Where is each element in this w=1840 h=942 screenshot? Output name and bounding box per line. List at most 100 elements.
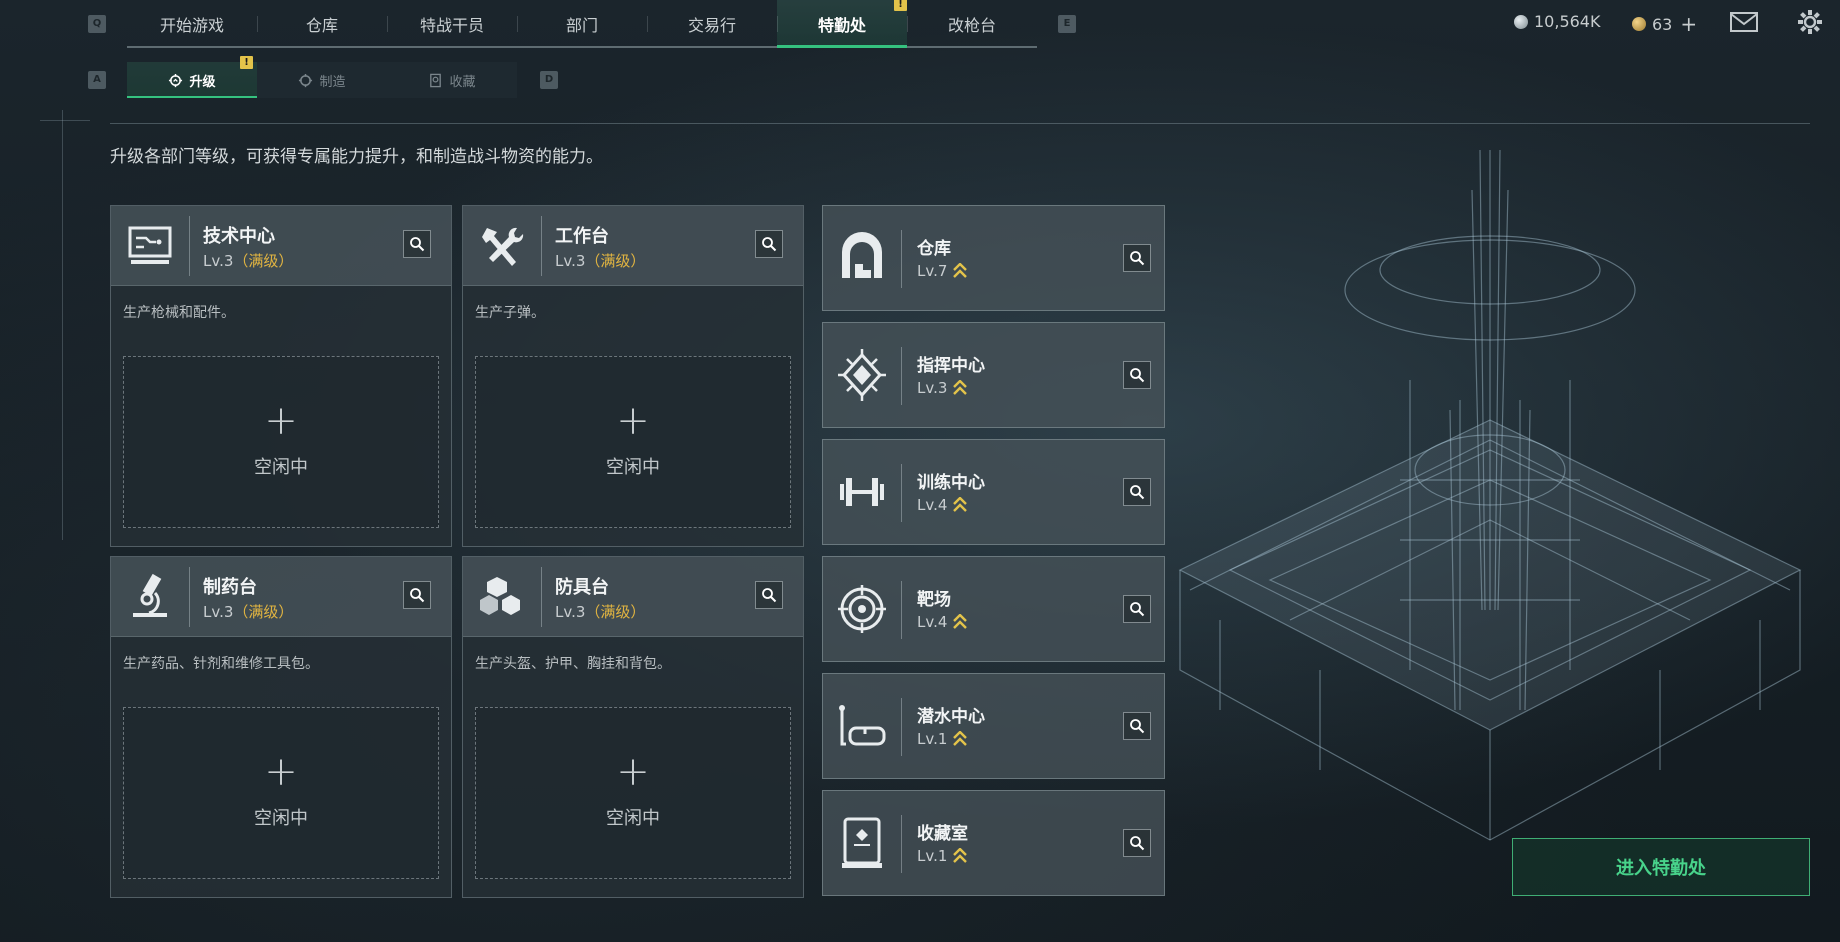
production-slot-idle[interactable]: + 空闲中 bbox=[475, 356, 791, 528]
tab-special-ops[interactable]: 特勤处 ! bbox=[777, 0, 907, 48]
card-title: 制药台 bbox=[203, 577, 257, 598]
inspect-button[interactable] bbox=[1123, 829, 1151, 857]
production-slot-idle[interactable]: + 空闲中 bbox=[475, 707, 791, 879]
card-divider bbox=[901, 815, 902, 873]
subtab-collection[interactable]: 收藏 bbox=[387, 62, 517, 98]
search-icon bbox=[1130, 719, 1145, 734]
tab-departments[interactable]: 部门 bbox=[517, 0, 647, 48]
subtab-upgrade[interactable]: 升级 ! bbox=[127, 56, 257, 98]
card-title: 仓库 bbox=[917, 239, 951, 259]
production-slot-idle[interactable]: + 空闲中 bbox=[123, 356, 439, 528]
facility-card-shooting-range[interactable]: 靶场 Lv.4 bbox=[822, 556, 1165, 662]
search-icon bbox=[1130, 602, 1145, 617]
card-description: 生产枪械和配件。 bbox=[123, 305, 235, 321]
card-divider bbox=[541, 216, 542, 276]
idle-status: 空闲中 bbox=[254, 457, 308, 478]
cubes-icon bbox=[480, 577, 520, 615]
inspect-button[interactable] bbox=[1123, 478, 1151, 506]
card-title: 训练中心 bbox=[917, 473, 985, 493]
hammer-wrench-icon bbox=[482, 227, 524, 266]
inspect-button[interactable] bbox=[755, 230, 783, 258]
card-header: 制药台 Lv.3（满级） bbox=[111, 557, 451, 637]
command-icon bbox=[838, 349, 886, 401]
upgrade-arrow-icon bbox=[953, 263, 968, 278]
card-level: Lv.3（满级） bbox=[203, 603, 294, 621]
production-slot-idle[interactable]: + 空闲中 bbox=[123, 707, 439, 879]
card-level: Lv.3（满级） bbox=[203, 252, 294, 270]
inspect-button[interactable] bbox=[755, 581, 783, 609]
mail-icon[interactable] bbox=[1730, 10, 1758, 34]
subnav-next-key[interactable]: D bbox=[540, 71, 558, 89]
search-icon bbox=[1130, 485, 1145, 500]
card-header: 技术中心 Lv.3（满级） bbox=[111, 206, 451, 286]
card-divider bbox=[901, 698, 902, 756]
card-level: Lv.3（满级） bbox=[555, 603, 646, 621]
facility-card-collection-room[interactable]: 收藏室 Lv.1 bbox=[822, 790, 1165, 896]
tab-trading[interactable]: 交易行 bbox=[647, 0, 777, 48]
production-card-tech-center[interactable]: 技术中心 Lv.3（满级） 生产枪械和配件。 + 空闲中 bbox=[110, 205, 452, 547]
search-icon bbox=[1130, 368, 1145, 383]
upgrade-arrow-icon bbox=[953, 848, 968, 863]
left-frame-tick bbox=[40, 120, 90, 121]
inspect-button[interactable] bbox=[403, 230, 431, 258]
tab-operators[interactable]: 特战干员 bbox=[387, 0, 517, 48]
nav-next-key[interactable]: E bbox=[1058, 15, 1076, 33]
search-icon bbox=[410, 237, 425, 252]
enter-special-ops-button[interactable]: 进入特勤处 bbox=[1512, 838, 1810, 896]
warehouse-icon bbox=[842, 232, 882, 278]
facility-card-diving-center[interactable]: 潜水中心 Lv.1 bbox=[822, 673, 1165, 779]
tab-gunsmith[interactable]: 改枪台 bbox=[907, 0, 1037, 48]
upgrade-alert-badge: ! bbox=[240, 56, 253, 69]
search-icon bbox=[762, 588, 777, 603]
card-level: Lv.7 bbox=[917, 262, 968, 280]
subnav-prev-key[interactable]: A bbox=[88, 71, 106, 89]
card-divider bbox=[901, 347, 902, 405]
silver-currency: 10,564K bbox=[1514, 12, 1600, 31]
search-icon bbox=[762, 237, 777, 252]
add-production-icon: + bbox=[264, 749, 298, 795]
display-case-icon bbox=[842, 817, 882, 868]
upgrade-arrow-icon bbox=[953, 731, 968, 746]
facility-card-command-center[interactable]: 指挥中心 Lv.3 bbox=[822, 322, 1165, 428]
idle-status: 空闲中 bbox=[606, 457, 660, 478]
production-card-pharmacy[interactable]: 制药台 Lv.3（满级） 生产药品、针剂和维修工具包。 + 空闲中 bbox=[110, 556, 452, 898]
sub-nav: 升级 ! 制造 收藏 bbox=[127, 56, 517, 98]
inspect-button[interactable] bbox=[1123, 361, 1151, 389]
card-level: Lv.3 bbox=[917, 379, 968, 397]
gold-coin-icon bbox=[1632, 17, 1646, 31]
gold-currency: 63 + bbox=[1632, 12, 1697, 36]
facility-card-training-center[interactable]: 训练中心 Lv.4 bbox=[822, 439, 1165, 545]
inspect-button[interactable] bbox=[1123, 244, 1151, 272]
card-title: 防具台 bbox=[555, 577, 609, 598]
card-header: 防具台 Lv.3（满级） bbox=[463, 557, 803, 637]
header-rule bbox=[110, 123, 1810, 124]
production-card-armor-bench[interactable]: 防具台 Lv.3（满级） 生产头盔、护甲、胸挂和背包。 + 空闲中 bbox=[462, 556, 804, 898]
inspect-button[interactable] bbox=[1123, 595, 1151, 623]
nav-prev-key[interactable]: Q bbox=[88, 15, 106, 33]
target-icon bbox=[838, 585, 886, 633]
tab-warehouse[interactable]: 仓库 bbox=[257, 0, 387, 48]
card-header: 工作台 Lv.3（满级） bbox=[463, 206, 803, 286]
settings-gear-icon[interactable] bbox=[1796, 8, 1824, 36]
inspect-button[interactable] bbox=[1123, 712, 1151, 740]
card-title: 指挥中心 bbox=[917, 356, 985, 376]
tab-start-game[interactable]: 开始游戏 bbox=[127, 0, 257, 48]
inspect-button[interactable] bbox=[403, 581, 431, 609]
card-title: 靶场 bbox=[917, 590, 951, 610]
page-description: 升级各部门等级，可获得专属能力提升，和制造战斗物资的能力。 bbox=[110, 147, 603, 167]
card-title: 技术中心 bbox=[203, 226, 275, 247]
microscope-icon bbox=[133, 573, 167, 617]
card-level: Lv.4 bbox=[917, 496, 968, 514]
subtab-craft[interactable]: 制造 bbox=[257, 62, 387, 98]
card-divider bbox=[901, 464, 902, 522]
card-level: Lv.3（满级） bbox=[555, 252, 646, 270]
card-divider bbox=[189, 216, 190, 276]
add-production-icon: + bbox=[616, 749, 650, 795]
facility-card-warehouse[interactable]: 仓库 Lv.7 bbox=[822, 205, 1165, 311]
production-card-workbench[interactable]: 工作台 Lv.3（满级） 生产子弹。 + 空闲中 bbox=[462, 205, 804, 547]
search-icon bbox=[1130, 251, 1145, 266]
special-ops-alert-badge: ! bbox=[894, 0, 907, 11]
add-gold-button[interactable]: + bbox=[1680, 12, 1697, 36]
idle-status: 空闲中 bbox=[254, 808, 308, 829]
add-production-icon: + bbox=[264, 398, 298, 444]
